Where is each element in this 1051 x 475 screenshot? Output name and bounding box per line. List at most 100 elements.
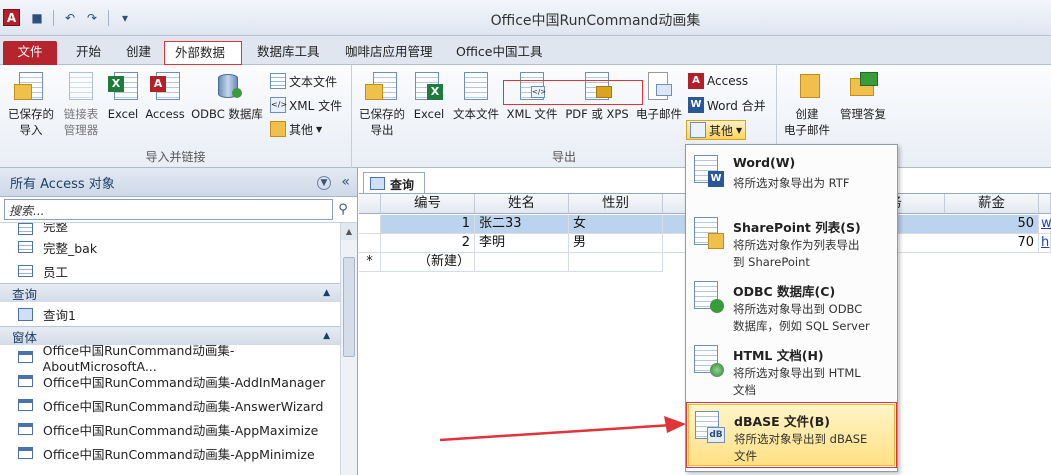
tab-query1[interactable]: 查询1 <box>363 172 425 207</box>
column-header[interactable]: 性别 <box>569 194 663 214</box>
text-file-icon <box>270 73 286 89</box>
nav-object-list: 完整 完整_bak 员工 查询 ▲ 查询1 窗体 ▲ Office中国RunComm… <box>0 223 340 475</box>
nav-search-row: 搜索... ⚲ <box>0 197 357 223</box>
export-excel-button[interactable]: X Excel <box>410 70 448 122</box>
list-item[interactable]: 员工 <box>0 259 340 283</box>
chevron-down-icon: ▼ <box>736 125 743 135</box>
form-icon <box>18 423 33 435</box>
sharepoint-list-icon <box>694 217 724 249</box>
scroll-up-icon[interactable]: ▲ <box>341 223 357 240</box>
import-excel-button[interactable]: X Excel <box>104 70 142 122</box>
table-cell[interactable]: 李明 <box>475 234 569 253</box>
import-more-button[interactable]: 其他 ▼ <box>270 119 322 139</box>
menu-item-export-dbase[interactable]: dB dBASE 文件(B) 将所选对象导出到 dBASE 文件 <box>686 402 897 468</box>
import-odbc-button[interactable]: ODBC 数据库 <box>188 70 266 122</box>
tab-home[interactable]: 开始 <box>66 41 111 65</box>
nav-pane-title: 所有 Access 对象 <box>10 176 115 192</box>
saved-imports-button[interactable]: 已保存的 导入 <box>4 70 58 138</box>
export-pdf-xps-label: PDF 或 XPS <box>565 107 629 121</box>
tab-create[interactable]: 创建 <box>116 41 161 65</box>
table-cell-link[interactable]: w <box>1039 215 1051 234</box>
nav-item-label: Office中国RunCommand动画集-AppMaximize <box>43 422 319 438</box>
table-cell-link[interactable]: h <box>1039 234 1051 253</box>
table-cell[interactable]: 女 <box>569 215 663 234</box>
export-more-button[interactable]: 其他 ▼ <box>686 120 747 140</box>
title-bar: A ■ ↶ ↷ ▾ Office中国RunCommand动画集 <box>0 0 1051 36</box>
menu-item-export-sharepoint[interactable]: SharePoint 列表(S) 将所选对象作为列表导出 到 SharePoin… <box>688 211 895 273</box>
list-item[interactable]: 完整 <box>0 223 340 235</box>
table-icon <box>18 265 33 277</box>
table-cell[interactable] <box>475 253 569 272</box>
list-item[interactable]: Office中国RunCommand动画集-AnswerWizard <box>0 393 340 417</box>
table-cell[interactable]: 2 <box>381 234 475 253</box>
row-selector-header[interactable] <box>359 194 381 214</box>
email-icon <box>642 70 676 104</box>
list-item[interactable]: Office中国RunCommand动画集-AppMinimize <box>0 441 340 465</box>
word-merge-button[interactable]: W Word 合并 <box>688 95 766 115</box>
column-header[interactable] <box>1039 194 1051 214</box>
saved-exports-button[interactable]: 已保存的 导出 <box>356 70 408 138</box>
nav-item-label: 员工 <box>43 264 69 280</box>
tab-cafe-app[interactable]: 咖啡店应用管理 <box>335 41 443 65</box>
row-selector[interactable] <box>359 234 381 253</box>
column-header[interactable]: 姓名 <box>475 194 569 214</box>
list-item[interactable]: 查询1 <box>0 302 340 326</box>
column-header[interactable]: 编号 <box>381 194 475 214</box>
tab-external-data[interactable]: 外部数据 <box>164 41 242 65</box>
export-more-menu: W Word(W) 将所选对象导出为 RTF SharePoint 列表(S) … <box>685 144 898 472</box>
menu-item-desc: 将所选对象导出为 RTF <box>733 176 850 190</box>
list-item[interactable]: Office中国RunCommand动画集-AboutMicrosoftA... <box>0 343 340 374</box>
tab-file[interactable]: 文件 <box>3 41 57 65</box>
column-header[interactable]: 薪金 <box>945 194 1039 214</box>
navigation-pane: 所有 Access 对象 ▼ « 搜索... ⚲ 完整 完整_bak 员工 查询… <box>0 168 358 475</box>
table-cell[interactable]: 张二33 <box>475 215 569 234</box>
xml-file-icon: </> <box>270 97 287 113</box>
import-access-label: Access <box>145 107 185 121</box>
new-record-cell[interactable]: （新建） <box>381 253 475 272</box>
saved-exports-label: 已保存的 导出 <box>359 107 405 137</box>
manage-replies-button[interactable]: 管理答复 <box>833 70 893 122</box>
row-selector[interactable] <box>359 215 381 234</box>
odbc-database-icon <box>694 281 724 313</box>
table-cell[interactable]: 男 <box>569 234 663 253</box>
list-item[interactable]: 完整_bak <box>0 235 340 259</box>
linked-table-manager-icon <box>64 70 98 104</box>
create-email-icon <box>790 70 824 104</box>
collapse-pane-icon[interactable]: « <box>341 174 350 190</box>
form-icon <box>18 447 33 459</box>
list-item[interactable]: Office中国RunCommand动画集-AppMaximize <box>0 417 340 441</box>
scroll-thumb[interactable] <box>343 257 355 357</box>
export-text-file-button[interactable]: 文本文件 <box>450 70 502 122</box>
nav-section-queries[interactable]: 查询 ▲ <box>0 283 340 302</box>
word-rtf-icon: W <box>694 155 724 187</box>
search-icon[interactable]: ⚲ <box>333 202 353 217</box>
import-access-button[interactable]: A Access <box>142 70 188 122</box>
tab-office-china-tools[interactable]: Office中国工具 <box>446 41 553 65</box>
table-cell[interactable] <box>569 253 663 272</box>
tab-database-tools[interactable]: 数据库工具 <box>247 41 330 65</box>
nav-section-forms[interactable]: 窗体 ▲ <box>0 326 340 345</box>
new-row-marker[interactable]: * <box>359 253 381 272</box>
import-text-file-label: 文本文件 <box>289 74 338 89</box>
import-xml-button[interactable]: </> XML 文件 <box>270 95 342 115</box>
menu-item-export-odbc[interactable]: ODBC 数据库(C) 将所选对象导出到 ODBC 数据库，例如 SQL Ser… <box>688 275 895 337</box>
export-more-label: 其他 <box>709 123 734 138</box>
nav-pane-header[interactable]: 所有 Access 对象 ▼ « <box>0 168 357 197</box>
list-item[interactable]: Office中国RunCommand动画集-AddInManager <box>0 369 340 393</box>
import-xml-label: XML 文件 <box>289 98 343 113</box>
access-icon: A <box>148 70 182 104</box>
table-cell[interactable]: 1 <box>381 215 475 234</box>
chevron-down-icon[interactable]: ▼ <box>317 176 331 190</box>
create-email-button[interactable]: 创建 电子邮件 <box>781 70 833 138</box>
import-text-file-button[interactable]: 文本文件 <box>270 71 337 91</box>
nav-scrollbar[interactable]: ▲ <box>340 223 357 475</box>
import-link-group: 已保存的 导入 链接表 管理器 X Excel A Access ODBC 数据… <box>0 65 352 168</box>
menu-item-export-word[interactable]: W Word(W) 将所选对象导出为 RTF <box>688 149 895 211</box>
export-access-label: Access <box>707 74 749 88</box>
nav-item-label: 查询1 <box>43 307 76 323</box>
nav-search-input[interactable]: 搜索... <box>4 199 333 220</box>
menu-item-desc: 将所选对象导出到 HTML 文档 <box>733 366 861 397</box>
export-access-button[interactable]: A Access <box>688 71 748 91</box>
menu-item-export-html[interactable]: HTML 文档(H) 将所选对象导出到 HTML 文档 <box>688 339 895 401</box>
window-title: Office中国RunCommand动画集 <box>0 10 1051 30</box>
